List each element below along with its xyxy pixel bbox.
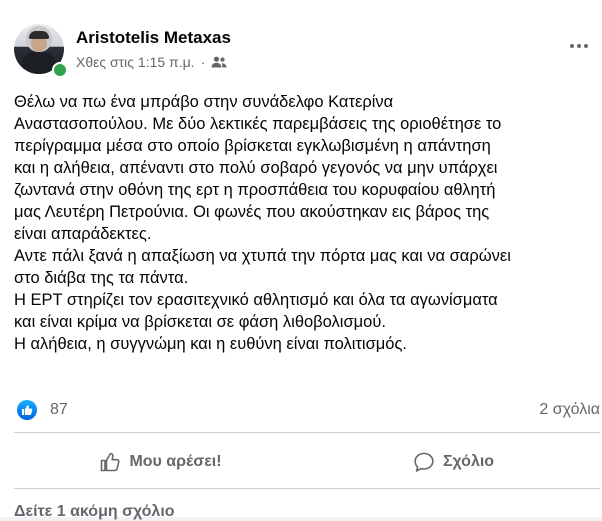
more-options-button[interactable] bbox=[564, 32, 594, 60]
action-bar: Μου αρέσει! Σχόλιο bbox=[14, 440, 600, 484]
comment-icon bbox=[414, 452, 434, 472]
thumbs-up-icon bbox=[101, 452, 121, 472]
post-header: Aristotelis Metaxas Χθες στις 1:15 π.μ. … bbox=[14, 22, 594, 78]
comment-button-label: Σχόλιο bbox=[442, 453, 495, 470]
post-card: Aristotelis Metaxas Χθες στις 1:15 π.μ. … bbox=[0, 0, 602, 520]
post-meta: Χθες στις 1:15 π.μ. · bbox=[76, 54, 227, 70]
comment-count[interactable]: 2 σχόλια bbox=[539, 401, 600, 419]
more-dot-icon bbox=[584, 44, 588, 48]
divider bbox=[14, 488, 600, 489]
like-button-label: Μου αρέσει! bbox=[129, 453, 222, 470]
comment-button[interactable]: Σχόλιο bbox=[307, 440, 600, 484]
reactions-bar: 87 2 σχόλια bbox=[14, 400, 600, 422]
more-dot-icon bbox=[577, 44, 581, 48]
post-timestamp[interactable]: Χθες στις 1:15 π.μ. bbox=[76, 54, 195, 70]
more-dot-icon bbox=[570, 44, 574, 48]
online-status-dot bbox=[52, 62, 68, 78]
author-name[interactable]: Aristotelis Metaxas bbox=[76, 28, 231, 48]
meta-separator: · bbox=[200, 54, 206, 70]
friends-icon bbox=[211, 56, 227, 68]
divider bbox=[14, 432, 600, 433]
post-text: Θέλω να πω ένα μπράβο στην συνάδελφο Κατ… bbox=[14, 93, 511, 353]
like-icon[interactable] bbox=[17, 400, 37, 420]
reaction-count[interactable]: 87 bbox=[50, 401, 68, 419]
view-more-comments-link[interactable]: Δείτε 1 ακόμη σχόλιο bbox=[14, 503, 175, 521]
like-button[interactable]: Μου αρέσει! bbox=[14, 440, 307, 484]
